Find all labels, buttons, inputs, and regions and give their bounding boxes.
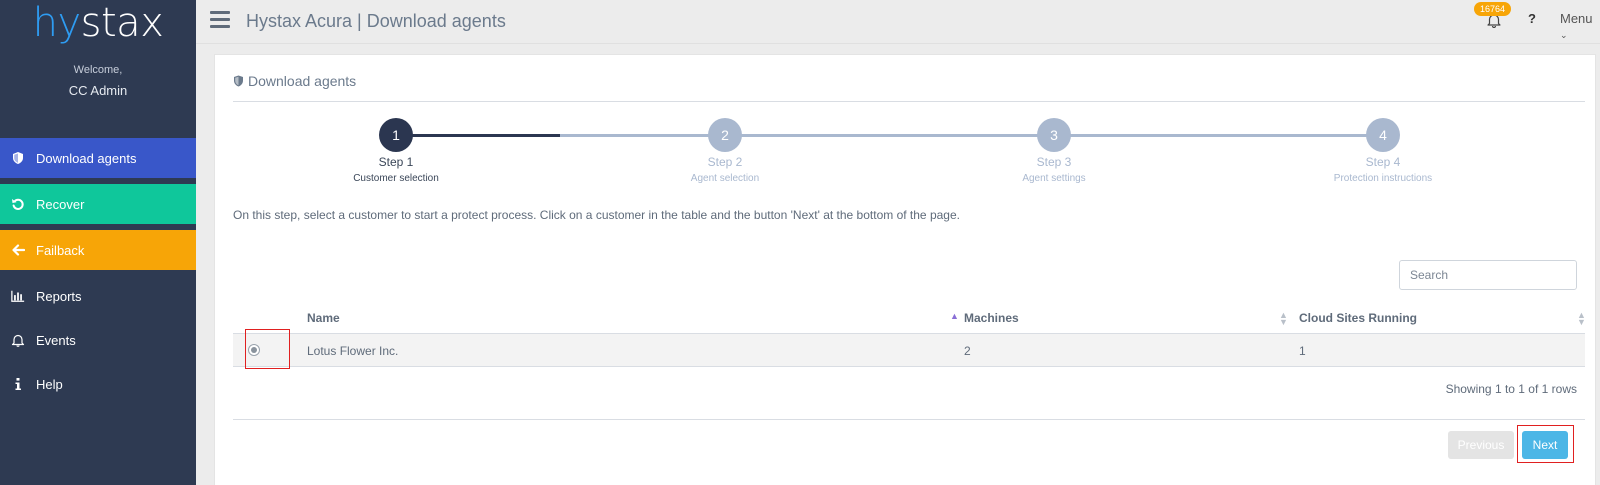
- sort-icon[interactable]: ▲ ▼: [1279, 311, 1288, 327]
- menu-dropdown[interactable]: Menu ⌄: [1560, 11, 1600, 41]
- instruction-text: On this step, select a customer to start…: [233, 208, 960, 222]
- welcome-text: Welcome,: [73, 64, 123, 76]
- help-button[interactable]: ?: [1528, 11, 1536, 26]
- column-header-machines[interactable]: Machines: [964, 302, 1019, 334]
- shield-icon: [234, 75, 243, 87]
- sidebar-item-label: Reports: [36, 288, 82, 304]
- cell-name: Lotus Flower Inc.: [307, 343, 399, 358]
- hamburger-menu-icon[interactable]: [210, 11, 230, 29]
- sidebar: hystax Welcome, CC Admin Download agents…: [0, 0, 196, 485]
- sidebar-item-label: Recover: [36, 196, 85, 212]
- bar-chart-icon: [0, 289, 36, 303]
- divider: [233, 101, 1585, 102]
- highlight-box: [245, 329, 290, 369]
- step-4-circle: 4: [1366, 118, 1400, 152]
- bell-icon: [0, 333, 36, 347]
- step-3-circle: 3: [1037, 118, 1071, 152]
- sidebar-item-help[interactable]: Help: [0, 364, 196, 404]
- logo[interactable]: hystax: [0, 0, 196, 46]
- top-bar: Hystax Acura | Download agents 16764 ? M…: [196, 0, 1600, 44]
- main-panel: Download agents 1 2 3 4 Step 1 Step 2 St…: [214, 54, 1596, 485]
- panel-title: Download agents: [233, 73, 356, 89]
- table-row[interactable]: Lotus Flower Inc. 2 1: [233, 334, 1585, 367]
- panel-title-text: Download agents: [248, 73, 357, 89]
- sidebar-item-label: Failback: [36, 242, 85, 258]
- sidebar-item-label: Help: [36, 376, 63, 392]
- step-3-label: Step 3: [1036, 155, 1072, 169]
- sort-icon[interactable]: ▲ ▼: [1577, 311, 1586, 327]
- step-2-circle: 2: [708, 118, 742, 152]
- step-3-sublabel: Agent settings: [1022, 173, 1086, 184]
- step-1-sublabel: Customer selection: [353, 173, 439, 184]
- step-2-sublabel: Agent selection: [690, 173, 760, 184]
- user-name: CC Admin: [68, 83, 128, 98]
- step-1-circle: 1: [379, 118, 413, 152]
- step-2-label: Step 2: [707, 155, 743, 169]
- step-4-label: Step 4: [1365, 155, 1401, 169]
- chevron-down-icon: ⌄: [1560, 30, 1568, 40]
- notification-badge[interactable]: 16764: [1474, 2, 1512, 16]
- divider: [233, 419, 1585, 420]
- step-progress-line-remaining: [560, 134, 1381, 137]
- sort-asc-icon[interactable]: ▲: [950, 312, 959, 321]
- page-title: Hystax Acura | Download agents: [246, 11, 506, 31]
- sidebar-item-label: Events: [36, 332, 76, 348]
- step-progress-line-complete: [396, 134, 560, 137]
- info-icon: [0, 377, 36, 391]
- table-summary: Showing 1 to 1 of 1 rows: [1445, 382, 1577, 396]
- sidebar-item-label: Download agents: [36, 150, 137, 166]
- step-1-label: Step 1: [378, 155, 414, 169]
- sidebar-item-download-agents[interactable]: Download agents: [0, 138, 196, 178]
- cell-machines: 2: [964, 343, 971, 358]
- column-header-name[interactable]: Name: [307, 302, 340, 334]
- highlight-box: [1517, 425, 1574, 463]
- step-4-sublabel: Protection instructions: [1333, 173, 1433, 184]
- sidebar-item-reports[interactable]: Reports: [0, 276, 196, 316]
- column-header-cloud-sites[interactable]: Cloud Sites Running: [1299, 302, 1417, 334]
- search-input[interactable]: [1399, 260, 1577, 290]
- sidebar-item-failback[interactable]: Failback: [0, 230, 196, 270]
- arrow-left-icon: [0, 243, 36, 257]
- undo-icon: [0, 197, 36, 211]
- menu-label: Menu: [1560, 11, 1593, 26]
- previous-button[interactable]: Previous: [1448, 431, 1514, 459]
- sidebar-item-events[interactable]: Events: [0, 320, 196, 360]
- shield-icon: [0, 151, 36, 165]
- sidebar-item-recover[interactable]: Recover: [0, 184, 196, 224]
- table-header: Name ▲ Machines ▲ ▼ Cloud Sites Running ▲…: [233, 302, 1586, 334]
- cell-cloud-sites: 1: [1299, 343, 1306, 358]
